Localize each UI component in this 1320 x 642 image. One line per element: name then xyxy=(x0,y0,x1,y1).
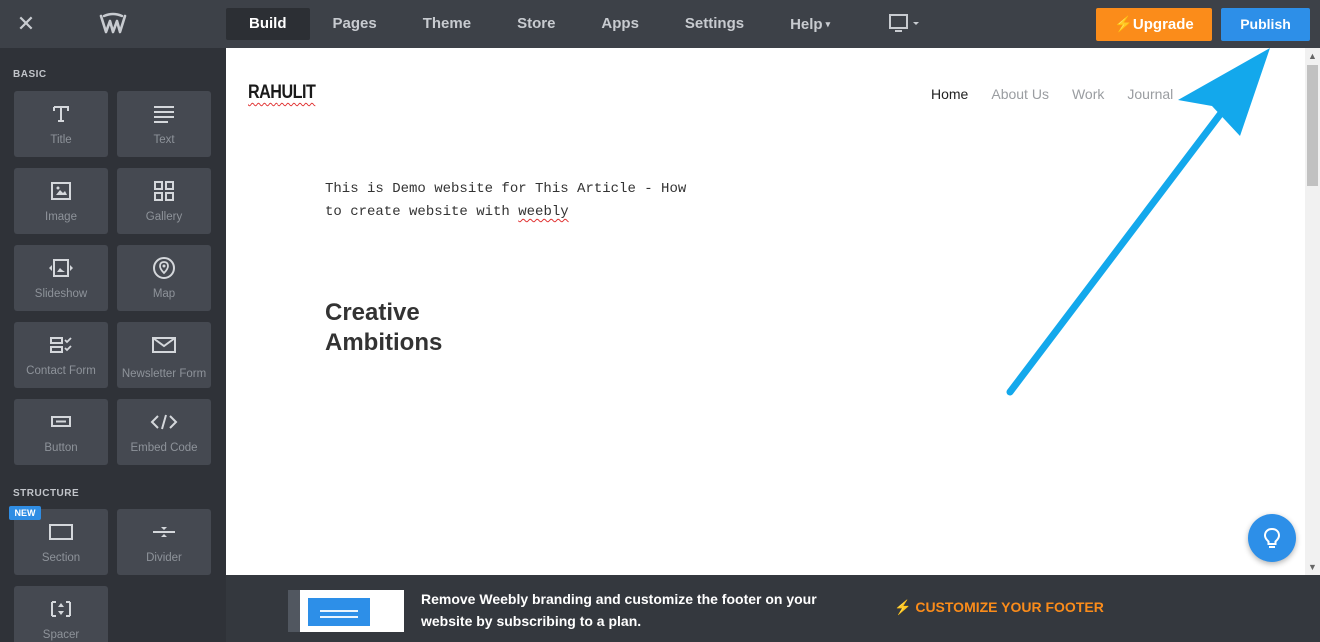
headline-line-1: Creative xyxy=(325,299,420,326)
title-icon xyxy=(14,102,108,126)
site-nav-work[interactable]: Work xyxy=(1072,86,1104,102)
contact-form-icon xyxy=(14,333,108,357)
footer-promo-text: Remove Weebly branding and customize the… xyxy=(421,591,817,629)
upgrade-label: Upgrade xyxy=(1132,16,1194,33)
lightning-icon: ⚡ xyxy=(894,599,912,615)
tile-label: Text xyxy=(153,134,175,146)
close-icon[interactable]: ✕ xyxy=(14,12,38,36)
structure-section-label: STRUCTURE xyxy=(13,488,80,499)
chevron-down-icon: ▾ xyxy=(825,19,831,29)
customize-footer-label: CUSTOMIZE YOUR FOOTER xyxy=(915,599,1104,615)
publish-button[interactable]: Publish xyxy=(1221,8,1310,41)
intro-line-1: This is Demo website for This Article - … xyxy=(325,181,687,197)
site-logo[interactable]: RAHULIT xyxy=(248,82,316,104)
tile-label: Section xyxy=(41,552,81,564)
image-icon xyxy=(14,179,108,203)
newsletter-icon xyxy=(117,333,211,357)
tab-help-label: Help xyxy=(790,16,823,33)
lightning-icon: ⚡ xyxy=(1114,16,1133,33)
site-nav: Home About Us Work Journal Contact xyxy=(931,86,1268,102)
text-icon xyxy=(117,102,211,126)
tab-build[interactable]: Build xyxy=(226,8,310,40)
scroll-down-arrow-icon[interactable]: ▼ xyxy=(1305,559,1320,575)
slideshow-icon xyxy=(14,256,108,280)
site-preview-canvas[interactable]: RAHULIT Home About Us Work Journal Conta… xyxy=(226,48,1305,575)
new-badge: NEW xyxy=(9,506,41,520)
gallery-icon xyxy=(117,179,211,203)
tab-settings[interactable]: Settings xyxy=(662,8,767,40)
tile-label: Button xyxy=(44,442,78,454)
tile-label: Slideshow xyxy=(34,288,88,300)
tile-label: Contact Form xyxy=(26,365,96,377)
upgrade-button[interactable]: ⚡Upgrade xyxy=(1096,8,1212,41)
elements-sidebar: BASIC Title Text Image Gallery Slideshow… xyxy=(0,48,226,642)
scroll-thumb[interactable] xyxy=(1307,65,1318,186)
tile-label: Map xyxy=(152,288,176,300)
site-nav-journal[interactable]: Journal xyxy=(1127,86,1173,102)
tab-theme[interactable]: Theme xyxy=(400,8,494,40)
tab-apps[interactable]: Apps xyxy=(578,8,662,40)
site-nav-home[interactable]: Home xyxy=(931,86,968,102)
section-icon xyxy=(14,520,108,544)
gallery-element[interactable]: Gallery xyxy=(117,168,211,234)
footer-preview-illustration xyxy=(288,590,404,632)
site-nav-about[interactable]: About Us xyxy=(991,86,1049,102)
tab-store[interactable]: Store xyxy=(494,8,578,40)
spacer-icon xyxy=(14,597,108,621)
tile-label: Gallery xyxy=(145,211,183,223)
embed-code-element[interactable]: Embed Code xyxy=(117,399,211,465)
tab-help[interactable]: Help ▾ xyxy=(767,8,853,40)
tile-label: Embed Code xyxy=(130,442,198,454)
headline-line-2: Ambitions xyxy=(325,329,443,356)
basic-section-label: BASIC xyxy=(13,69,47,80)
weebly-logo[interactable] xyxy=(98,12,128,36)
embed-code-icon xyxy=(117,410,211,434)
divider-icon xyxy=(117,520,211,544)
page-headline[interactable]: Creative Ambitions xyxy=(325,298,625,358)
spacer-element[interactable]: Spacer xyxy=(14,586,108,642)
intro-line-2-word: weebly xyxy=(518,204,569,220)
newsletter-form-element[interactable]: Newsletter Form xyxy=(117,322,211,388)
top-toolbar: ✕ Build Pages Theme Store Apps Settings … xyxy=(0,0,1320,48)
button-icon xyxy=(14,410,108,434)
desktop-icon[interactable] xyxy=(888,13,922,35)
title-element[interactable]: Title xyxy=(14,91,108,157)
customize-footer-link[interactable]: ⚡ CUSTOMIZE YOUR FOOTER xyxy=(894,599,1104,616)
footer-promo-bar: Remove Weebly branding and customize the… xyxy=(226,575,1320,642)
tab-pages[interactable]: Pages xyxy=(310,8,400,40)
canvas-scrollbar[interactable]: ▲ ▼ xyxy=(1305,48,1320,575)
intro-line-2: to create website with weebly xyxy=(325,201,745,224)
image-element[interactable]: Image xyxy=(14,168,108,234)
scroll-up-arrow-icon[interactable]: ▲ xyxy=(1305,48,1320,64)
map-element[interactable]: Map xyxy=(117,245,211,311)
tile-label: Image xyxy=(45,211,77,223)
main-nav: Build Pages Theme Store Apps Settings He… xyxy=(226,8,853,40)
intro-line-2-prefix: to create website with xyxy=(325,204,519,220)
button-element[interactable]: Button xyxy=(14,399,108,465)
tile-label: Spacer xyxy=(42,629,80,641)
slideshow-element[interactable]: Slideshow xyxy=(14,245,108,311)
intro-text[interactable]: This is Demo website for This Article - … xyxy=(325,178,745,224)
tile-label: Divider xyxy=(146,552,182,564)
text-element[interactable]: Text xyxy=(117,91,211,157)
divider-element[interactable]: Divider xyxy=(117,509,211,575)
lightbulb-icon[interactable] xyxy=(1248,514,1296,562)
tile-label: Newsletter Form xyxy=(121,368,207,380)
contact-form-element[interactable]: Contact Form xyxy=(14,322,108,388)
map-icon xyxy=(117,256,211,280)
site-nav-contact[interactable]: Contact xyxy=(1196,86,1244,102)
tile-label: Title xyxy=(50,134,72,146)
